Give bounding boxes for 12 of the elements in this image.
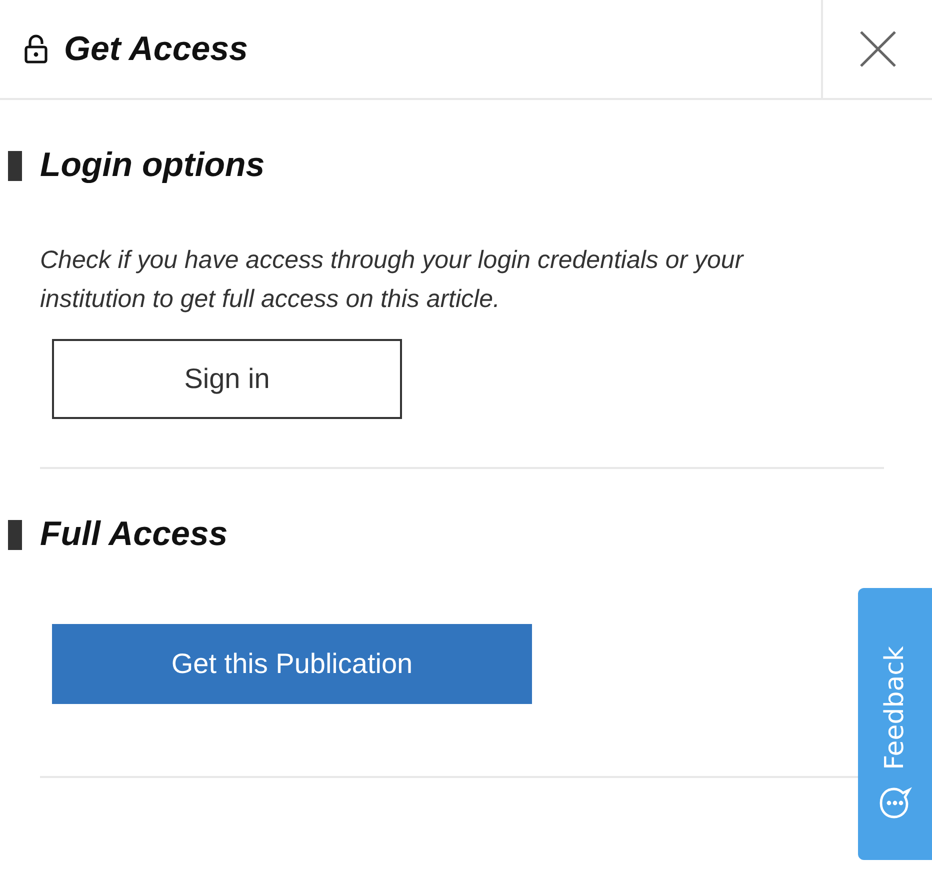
section-marker <box>8 150 22 180</box>
get-publication-button[interactable]: Get this Publication <box>52 624 532 704</box>
description-text: Check if you have access through your login credentials or your institution to get full access on this article. <box>40 245 745 315</box>
feedback-tab[interactable]: Feedback <box>858 588 932 860</box>
section-heading: Full Access <box>40 515 228 554</box>
chat-bubble-icon <box>878 786 912 820</box>
padlock-icon <box>24 34 48 64</box>
sign-in-button[interactable]: Sign in <box>52 339 402 419</box>
dialog-title: Get Access <box>64 30 248 68</box>
close-icon <box>858 30 896 68</box>
section-marker <box>8 520 22 550</box>
section-heading: Login options <box>40 146 265 185</box>
